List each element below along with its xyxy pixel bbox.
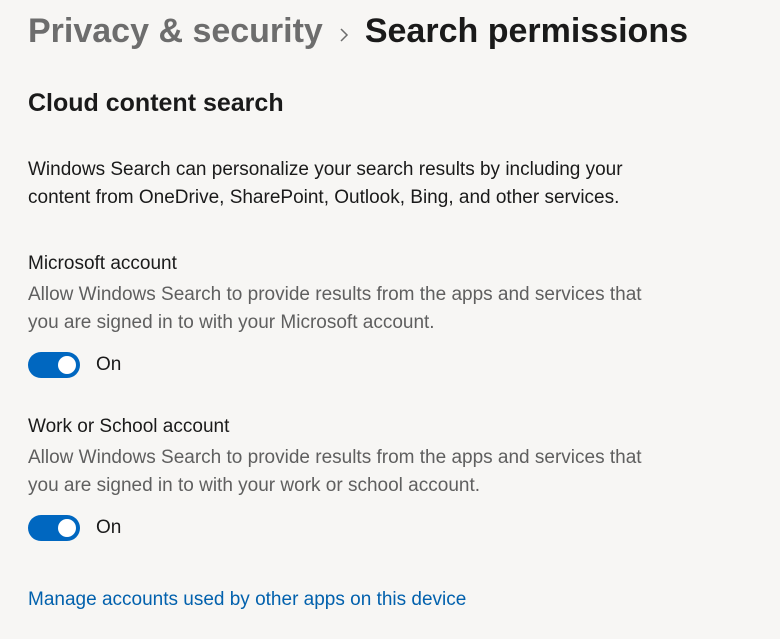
setting-title: Microsoft account bbox=[28, 253, 752, 275]
setting-work-school-account: Work or School account Allow Windows Sea… bbox=[28, 416, 752, 541]
setting-title: Work or School account bbox=[28, 416, 752, 438]
toggle-switch-microsoft-account[interactable] bbox=[28, 352, 80, 378]
toggle-knob-icon bbox=[58, 356, 76, 374]
toggle-state-label: On bbox=[96, 354, 121, 376]
chevron-right-icon bbox=[337, 22, 351, 48]
section-heading: Cloud content search bbox=[28, 89, 752, 118]
breadcrumb: Privacy & security Search permissions bbox=[28, 12, 752, 51]
toggle-knob-icon bbox=[58, 519, 76, 537]
toggle-row: On bbox=[28, 352, 752, 378]
toggle-row: On bbox=[28, 515, 752, 541]
toggle-state-label: On bbox=[96, 517, 121, 539]
breadcrumb-parent[interactable]: Privacy & security bbox=[28, 12, 323, 51]
setting-description: Allow Windows Search to provide results … bbox=[28, 281, 668, 336]
section-description: Windows Search can personalize your sear… bbox=[28, 156, 668, 211]
setting-description: Allow Windows Search to provide results … bbox=[28, 444, 668, 499]
toggle-switch-work-school-account[interactable] bbox=[28, 515, 80, 541]
breadcrumb-current: Search permissions bbox=[365, 12, 688, 51]
setting-microsoft-account: Microsoft account Allow Windows Search t… bbox=[28, 253, 752, 378]
